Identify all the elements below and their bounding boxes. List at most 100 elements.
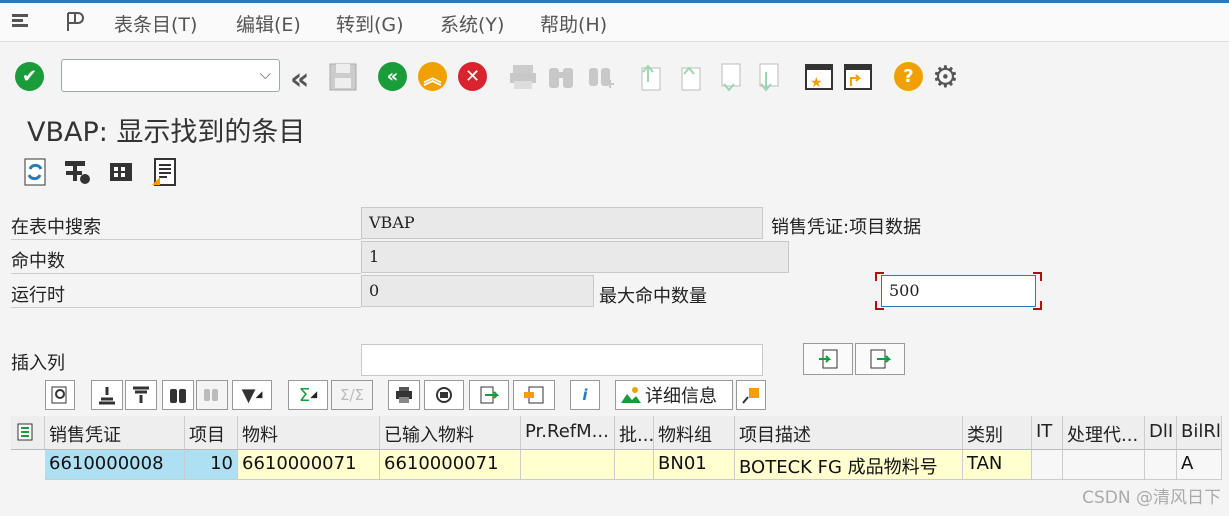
print-icon: [396, 387, 412, 403]
sap-menu-icon[interactable]: [10, 11, 32, 35]
create-session-icon[interactable]: ★: [804, 62, 834, 92]
details-icon: [621, 387, 641, 403]
enter-button[interactable]: ✔: [15, 62, 44, 91]
select-fields-icon[interactable]: [63, 157, 93, 187]
print-button[interactable]: [388, 380, 420, 410]
menu-system[interactable]: 系统(Y): [440, 10, 504, 37]
first-page-icon: [636, 62, 664, 92]
column-header[interactable]: 类别: [963, 416, 1032, 450]
shortcut-icon[interactable]: [843, 62, 873, 92]
chevron-down-icon[interactable]: ⌵: [260, 65, 271, 83]
table-cell[interactable]: [615, 450, 654, 480]
menu-bar: 表条目(T) 编辑(E) 转到(G) 系统(Y) 帮助(H): [0, 0, 1229, 42]
sum-icon: Σ: [298, 384, 311, 406]
customize-icon[interactable]: [65, 11, 89, 37]
last-page-icon: [754, 62, 782, 92]
exit-button[interactable]: ︽: [418, 62, 447, 91]
table-cell[interactable]: TAN: [963, 450, 1032, 480]
menu-help[interactable]: 帮助(H): [540, 10, 607, 37]
focus-corner: [875, 301, 884, 310]
focus-corner: [875, 272, 884, 281]
view-button[interactable]: [424, 380, 464, 410]
menu-goto[interactable]: 转到(G): [336, 10, 404, 37]
next-page-icon: [716, 62, 744, 92]
insert-icon: [819, 349, 838, 369]
column-header[interactable]: 已输入物料: [380, 416, 521, 450]
svg-text:★: ★: [810, 75, 823, 91]
hits-label: 命中数: [11, 241, 361, 274]
table-cell[interactable]: [1032, 450, 1063, 480]
filter-button[interactable]: ▼ ◢: [232, 380, 272, 410]
insert-column-input[interactable]: [361, 344, 763, 376]
help-button[interactable]: ?: [894, 62, 923, 91]
table-cell[interactable]: 10: [185, 450, 238, 480]
table-cell[interactable]: [521, 450, 615, 480]
table-cell[interactable]: BOTECK FG 成品物料号: [735, 450, 963, 480]
page-title: VBAP: 显示找到的条目: [27, 117, 306, 148]
find-next-icon: [204, 389, 218, 401]
settings-gear-icon[interactable]: ⚙: [932, 60, 959, 95]
subtotal-button[interactable]: Σ/Σ: [331, 380, 373, 410]
table-cell[interactable]: 6610000008: [45, 450, 185, 480]
graphic-icon: [742, 388, 759, 404]
focus-corner: [1033, 272, 1042, 281]
details-label: 详细信息: [645, 386, 717, 407]
table-cell[interactable]: [1145, 450, 1177, 480]
back-button[interactable]: «: [378, 62, 407, 91]
column-header[interactable]: 物料组: [654, 416, 735, 450]
table-cell[interactable]: A: [1177, 450, 1222, 480]
info-button[interactable]: i: [570, 380, 600, 410]
dropdown-icon: ◢: [310, 390, 318, 400]
select-all-icon[interactable]: [11, 416, 45, 450]
save-icon: [328, 62, 358, 92]
find-icon: [546, 62, 576, 92]
details-icon-button[interactable]: [45, 380, 75, 410]
max-hits-input[interactable]: 500: [881, 275, 1036, 307]
export-button[interactable]: [469, 380, 509, 410]
table-cell[interactable]: 6610000071: [380, 450, 521, 480]
sort-descending-button[interactable]: [125, 380, 157, 410]
binoculars-icon: [170, 389, 186, 403]
menu-table-entry[interactable]: 表条目(T): [114, 10, 197, 37]
details-button[interactable]: 详细信息: [615, 380, 733, 410]
checkmark-icon: ✔: [15, 62, 44, 91]
layout-button[interactable]: [513, 380, 555, 410]
cancel-button[interactable]: ✕: [458, 62, 487, 91]
column-header[interactable]: 处理代...: [1063, 416, 1145, 450]
check-table-icon[interactable]: [106, 157, 136, 187]
column-header[interactable]: IT: [1032, 416, 1063, 450]
table-cell[interactable]: [1063, 450, 1145, 480]
previous-page-icon: [676, 62, 704, 92]
column-header[interactable]: 销售凭证: [45, 416, 185, 450]
column-header[interactable]: Pr.RefM...: [521, 416, 615, 450]
column-header[interactable]: 项目描述: [735, 416, 963, 450]
column-header[interactable]: BilRl: [1177, 416, 1222, 450]
dropdown-icon: ◢: [255, 390, 263, 400]
column-header[interactable]: DlI: [1145, 416, 1177, 450]
table-description: 销售凭证:项目数据: [771, 217, 922, 238]
sort-ascending-icon: [99, 387, 115, 405]
search-table-field: VBAP: [361, 207, 763, 239]
table-cell[interactable]: 6610000071: [238, 450, 380, 480]
sum-button[interactable]: Σ ◢: [288, 380, 328, 410]
find-button[interactable]: [162, 380, 194, 410]
find-next-button[interactable]: [196, 380, 228, 410]
menu-edit[interactable]: 编辑(E): [236, 10, 301, 37]
insert-column-button[interactable]: [803, 343, 853, 375]
delete-column-button[interactable]: [855, 343, 905, 375]
filter-icon: ▼: [241, 384, 256, 406]
back-arrows-icon[interactable]: «: [290, 62, 309, 97]
column-header[interactable]: 批...: [615, 416, 654, 450]
sort-ascending-button[interactable]: [91, 380, 123, 410]
column-header[interactable]: 物料: [238, 416, 380, 450]
table-cell[interactable]: BN01: [654, 450, 735, 480]
find-next-icon: [586, 62, 616, 92]
graphic-button[interactable]: [736, 380, 766, 410]
layout-icon: [524, 386, 544, 404]
column-header[interactable]: 项目: [185, 416, 238, 450]
command-field[interactable]: ⌵: [61, 59, 280, 92]
max-hits-label: 最大命中数量: [599, 286, 707, 307]
list-output-icon[interactable]: [150, 157, 180, 187]
refresh-icon[interactable]: [20, 157, 50, 187]
search-table-label: 在表中搜索: [11, 207, 361, 240]
